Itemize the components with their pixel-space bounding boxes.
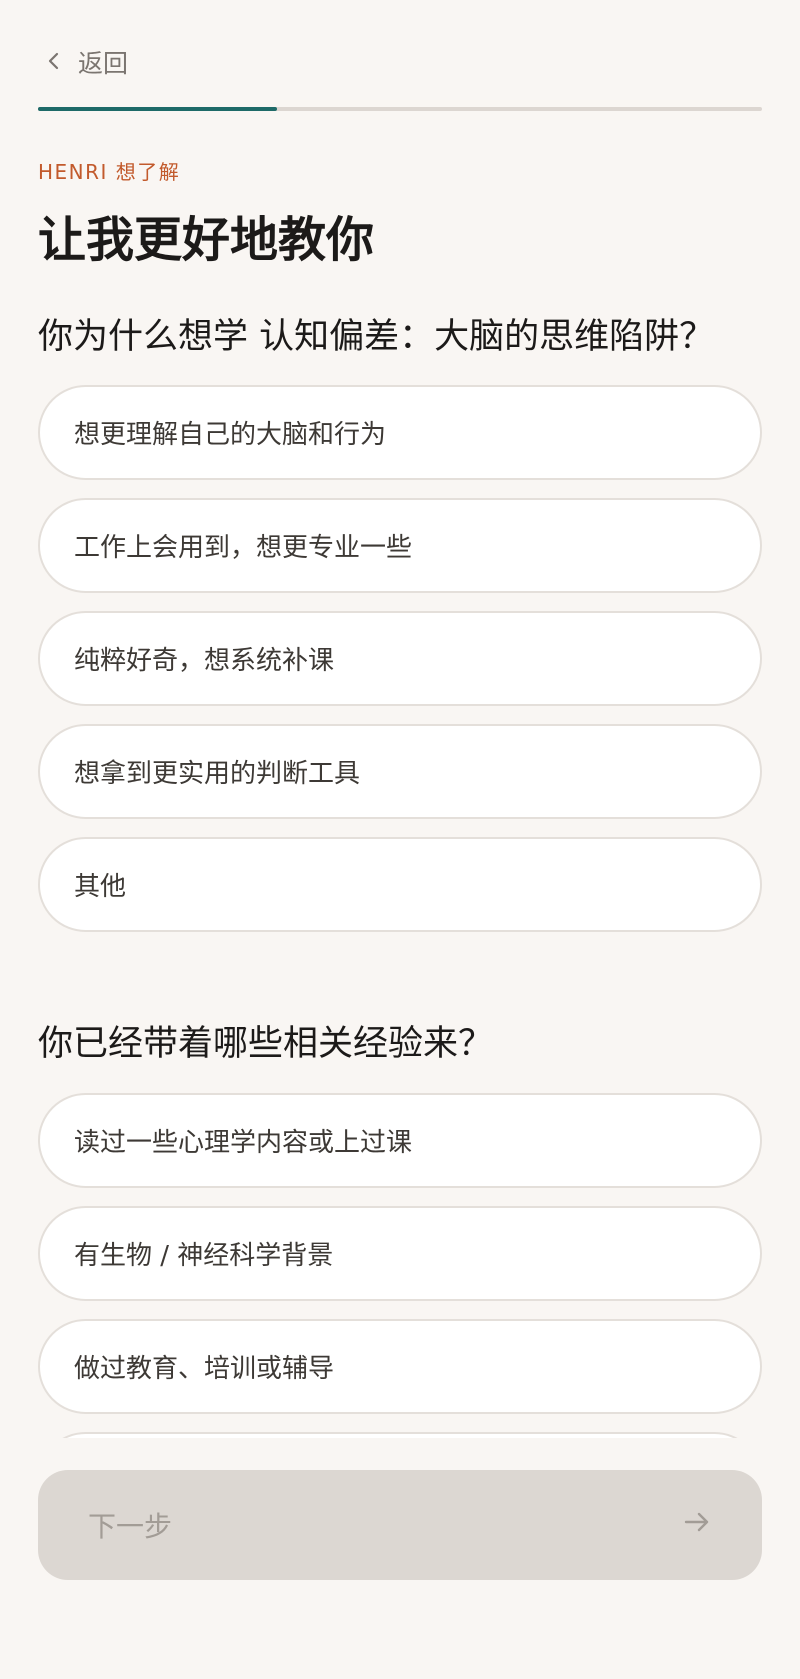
- page-title: 让我更好地教你: [38, 212, 375, 268]
- option-button[interactable]: 想拿到更实用的判断工具: [38, 724, 762, 819]
- back-label: 返回: [78, 49, 129, 78]
- next-label: 下一步: [88, 1510, 173, 1543]
- option-button[interactable]: 想更理解自己的大脑和行为: [38, 385, 762, 480]
- option-button[interactable]: 读过一些心理学内容或上过课: [38, 1093, 762, 1188]
- next-button[interactable]: 下一步: [38, 1470, 762, 1580]
- option-button[interactable]: 其他: [38, 837, 762, 932]
- motivation-options: 想更理解自己的大脑和行为 工作上会用到，想更专业一些 纯粹好奇，想系统补课 想拿…: [38, 385, 762, 932]
- progress-bar: [38, 107, 762, 111]
- progress-fill: [38, 107, 277, 111]
- chevron-left-icon: [44, 48, 64, 77]
- option-button[interactable]: 纯粹好奇，想系统补课: [38, 611, 762, 706]
- eyebrow-label: HENRI 想了解: [38, 160, 181, 184]
- back-button[interactable]: 返回: [44, 42, 128, 82]
- arrow-right-icon: [682, 1507, 712, 1544]
- onboarding-screen: 返回 HENRI 想了解 让我更好地教你 你为什么想学 认知偏差：大脑的思维陷阱…: [0, 0, 800, 1679]
- option-button[interactable]: 工作上会用到，想更专业一些: [38, 498, 762, 593]
- option-button-partial[interactable]: [38, 1432, 762, 1438]
- option-button[interactable]: 做过教育、培训或辅导: [38, 1319, 762, 1414]
- option-button[interactable]: 有生物 / 神经科学背景: [38, 1206, 762, 1301]
- question-experience: 你已经带着哪些相关经验来？: [38, 1024, 494, 1064]
- experience-options: 读过一些心理学内容或上过课 有生物 / 神经科学背景 做过教育、培训或辅导: [38, 1093, 762, 1438]
- question-motivation: 你为什么想学 认知偏差：大脑的思维陷阱？: [38, 317, 715, 357]
